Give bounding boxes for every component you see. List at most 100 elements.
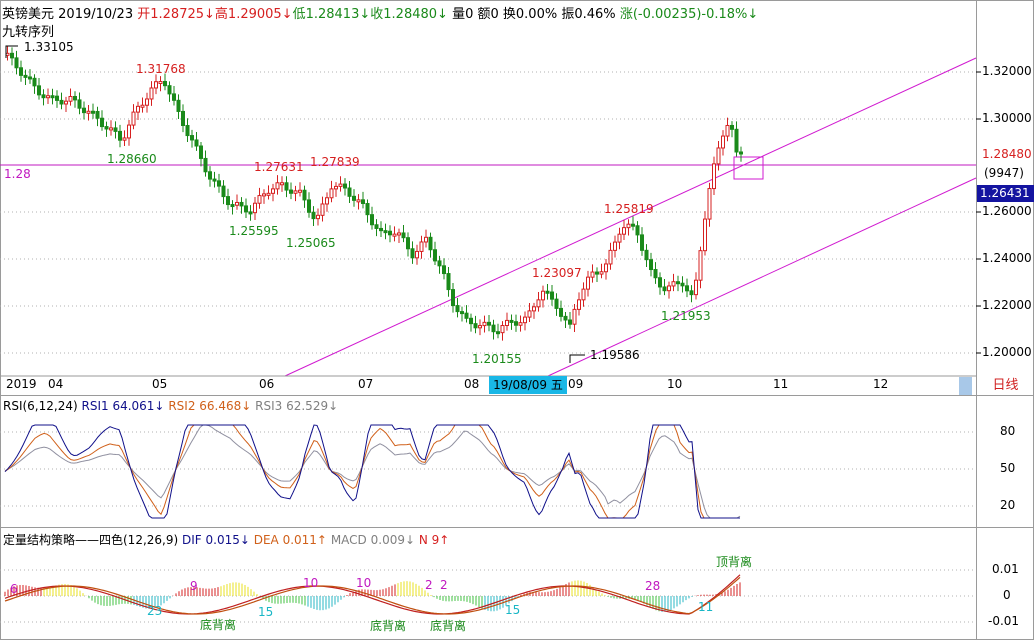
candle-body: [334, 185, 338, 190]
candle-body: [712, 163, 716, 190]
candle-body: [226, 196, 230, 206]
annotation-low: 1.19586: [590, 348, 640, 362]
candle-body: [109, 127, 113, 131]
candle-body: [41, 94, 46, 99]
macd-title[interactable]: 定量结构策略——四色(12,26,9): [3, 533, 178, 547]
candle-body: [122, 137, 127, 141]
candle-body: [77, 99, 82, 109]
annotation: 1.28660: [107, 152, 157, 166]
candle-body: [55, 95, 59, 101]
candle-body: [626, 223, 631, 229]
candle-body: [653, 269, 658, 279]
candle-body: [239, 201, 244, 207]
rsi-title[interactable]: RSI(6,12,24): [3, 399, 78, 413]
annotation: 1.23097: [532, 266, 582, 280]
candle-body: [212, 178, 217, 182]
candle-body: [437, 260, 442, 267]
rsi1-value: RSI1 64.061↓: [81, 399, 165, 413]
macd-label: 9: [190, 579, 198, 593]
candle-body: [581, 288, 586, 301]
candle-body: [500, 325, 505, 334]
cursor-count: (9947): [984, 166, 1024, 180]
candle-body: [419, 241, 424, 252]
candle-body: [478, 325, 482, 329]
scroll-thumb[interactable]: [959, 377, 972, 395]
candle-body: [415, 250, 419, 259]
candle-body: [514, 321, 518, 326]
annotation: 1.20155: [472, 352, 522, 366]
candle-body: [397, 232, 401, 236]
candle-body: [451, 289, 455, 307]
candle-body: [379, 227, 383, 232]
candle-body: [442, 265, 446, 275]
candle-body: [154, 81, 158, 89]
month-label: 04: [48, 377, 64, 391]
candle-body: [577, 299, 581, 310]
candle-body: [541, 290, 545, 301]
candle-body: [307, 199, 311, 213]
candle-body: [613, 241, 617, 251]
candle-body: [689, 290, 694, 296]
candle-body: [563, 315, 568, 321]
annotation: 1.21953: [661, 309, 711, 323]
candle-body: [572, 308, 577, 325]
candle-body: [19, 67, 23, 76]
rsi-y-tick: 50: [1000, 461, 1016, 475]
candle-body: [325, 197, 329, 205]
candle-body: [23, 74, 28, 78]
candle-body: [491, 324, 496, 333]
candle-body: [14, 57, 19, 69]
candle-body: [311, 211, 316, 220]
macd-y-tick: 0.01: [992, 562, 1019, 576]
candle-body: [595, 271, 599, 275]
candle-body: [455, 305, 460, 313]
candle-body: [289, 189, 293, 194]
candle-body: [694, 279, 698, 296]
candle-body: [235, 201, 239, 206]
candle-body: [46, 95, 50, 99]
divergence-label: 底背离: [200, 618, 237, 632]
candle-body: [698, 250, 703, 281]
candle-body: [635, 225, 640, 236]
candle-body: [257, 195, 262, 204]
macd-y-tick: 0: [1003, 588, 1011, 602]
dea-value: DEA 0.011↑: [253, 533, 327, 547]
annotation: 1.25065: [286, 236, 336, 250]
candle-body: [95, 110, 100, 119]
annotation: 1.27839: [310, 155, 360, 169]
candle-body: [532, 306, 536, 312]
candle-body: [658, 277, 662, 288]
candle-body: [167, 85, 172, 95]
candle-body: [118, 130, 122, 141]
period-button[interactable]: 日线: [977, 377, 1034, 395]
candle-body: [496, 331, 500, 335]
y-tick: 1.32000: [982, 64, 1032, 78]
candle-body: [298, 189, 302, 193]
candle-body: [199, 145, 203, 159]
candle-body: [406, 237, 410, 250]
candle-body: [473, 323, 478, 329]
candle-body: [37, 85, 41, 96]
candle-body: [545, 290, 550, 294]
month-label: 08: [464, 377, 480, 391]
candle-body: [244, 205, 248, 213]
month-label: 2019: [6, 377, 37, 391]
candle-body: [104, 126, 109, 130]
candle-body: [316, 214, 320, 220]
candle-body: [586, 276, 590, 290]
candle-body: [374, 224, 379, 229]
candle-body: [424, 236, 428, 243]
candle-body: [136, 105, 140, 113]
candle-body: [721, 135, 725, 149]
candle-body: [370, 214, 374, 226]
candle-body: [185, 124, 190, 137]
candle-body: [509, 319, 514, 323]
month-label: 09: [568, 377, 584, 391]
macd-header: 定量结构策略——四色(12,26,9) DIF 0.015↓ DEA 0.011…: [3, 531, 449, 548]
annotation-high: 1.33105: [24, 40, 74, 54]
macd-line: [4, 576, 741, 615]
candle-body: [460, 311, 464, 315]
candle-body: [410, 248, 415, 259]
rsi-line: [4, 424, 740, 519]
candle-body: [649, 259, 653, 271]
